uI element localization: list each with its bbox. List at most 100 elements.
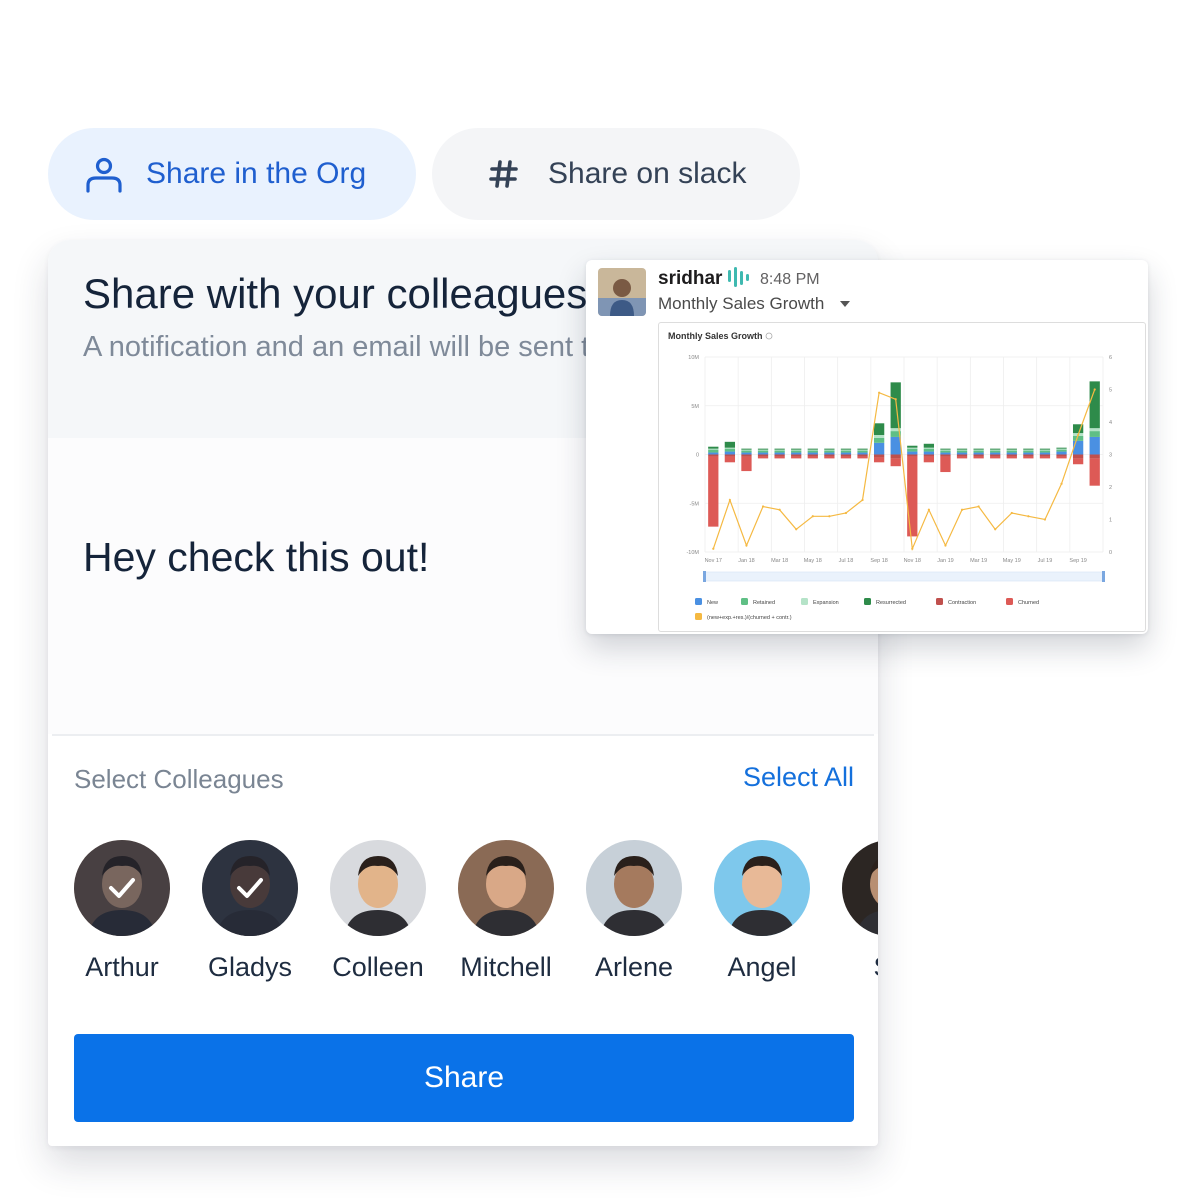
caret-down-icon[interactable] bbox=[840, 301, 850, 307]
bar-new bbox=[807, 452, 818, 455]
bar-resurrected bbox=[1023, 448, 1034, 450]
ratio-point bbox=[811, 515, 814, 518]
bar-expansion bbox=[1006, 449, 1017, 451]
tab-share-on-slack[interactable]: Share on slack bbox=[432, 128, 800, 220]
share-dialog-page: Share in the Org Share on slack Share wi… bbox=[0, 0, 1200, 1200]
avatar bbox=[330, 840, 426, 936]
colleague-arlene[interactable]: Arlene bbox=[570, 840, 698, 983]
bar-churned bbox=[923, 456, 935, 463]
ratio-point bbox=[795, 528, 798, 531]
bar-expansion bbox=[1039, 449, 1051, 451]
colleague-mitchell[interactable]: Mitchell bbox=[442, 840, 570, 983]
bar-new bbox=[873, 442, 885, 455]
x-tick-label: May 18 bbox=[804, 558, 822, 564]
bar-contraction bbox=[973, 454, 984, 457]
colleague-name: Angel bbox=[727, 952, 797, 982]
bar-contraction bbox=[990, 454, 1001, 457]
bar-resurrected bbox=[840, 448, 852, 450]
bar-resurrected bbox=[741, 448, 752, 450]
bar-churned bbox=[857, 456, 868, 459]
colleague-name: Gladys bbox=[207, 952, 293, 982]
tab-share-in-org[interactable]: Share in the Org bbox=[48, 128, 416, 220]
bar-expansion bbox=[1089, 428, 1100, 432]
bar-churned bbox=[708, 456, 719, 527]
avatar bbox=[586, 840, 682, 936]
x-tick-label: Jan 19 bbox=[937, 558, 954, 564]
slack-app-icon bbox=[726, 266, 750, 295]
bar-churned bbox=[807, 456, 818, 459]
divider bbox=[52, 734, 874, 736]
ratio-point bbox=[761, 505, 765, 508]
x-tick-label: Mar 19 bbox=[970, 558, 987, 564]
bar-expansion bbox=[857, 449, 868, 451]
legend-label: Churned bbox=[1018, 600, 1039, 606]
bar-retained bbox=[923, 448, 935, 452]
y2-tick-label: 0 bbox=[1109, 550, 1112, 556]
bar-new bbox=[857, 452, 868, 455]
bar-churned bbox=[973, 456, 984, 459]
bar-churned bbox=[774, 456, 785, 459]
bar-churned bbox=[1056, 456, 1067, 459]
colleague-list: Arthur Gladys Colleen Mitchell Arlene Angel Sh bbox=[48, 840, 878, 990]
bar-resurrected bbox=[1039, 448, 1051, 450]
bar-retained bbox=[791, 450, 802, 453]
bar-expansion bbox=[807, 449, 818, 451]
legend-swatch bbox=[695, 598, 702, 605]
colleague-sh[interactable]: Sh bbox=[826, 840, 878, 983]
bar-new bbox=[1006, 452, 1017, 455]
bar-new bbox=[923, 451, 935, 455]
ratio-point bbox=[728, 498, 731, 502]
check-icon bbox=[74, 840, 170, 936]
x-tick-label: Sep 19 bbox=[1069, 558, 1086, 564]
bar-retained bbox=[741, 450, 752, 453]
y-tick-label: -10M bbox=[686, 550, 699, 556]
x-tick-label: Jan 18 bbox=[738, 558, 755, 564]
avatar bbox=[202, 840, 298, 936]
bar-new bbox=[940, 452, 951, 455]
ratio-point bbox=[1010, 511, 1013, 515]
bar-resurrected bbox=[973, 448, 984, 450]
bar-retained bbox=[1039, 450, 1051, 453]
bar-new bbox=[708, 452, 719, 455]
bar-resurrected bbox=[1089, 381, 1100, 429]
legend-label: Resurrected bbox=[876, 600, 906, 606]
colleague-name: Mitchell bbox=[460, 952, 552, 982]
colleague-angel[interactable]: Angel bbox=[698, 840, 826, 983]
bar-churned bbox=[724, 456, 736, 463]
bar-resurrected bbox=[857, 448, 868, 450]
y2-tick-label: 6 bbox=[1109, 355, 1112, 361]
bar-churned bbox=[1006, 456, 1017, 459]
select-colleagues-label: Select Colleagues bbox=[74, 764, 284, 794]
tab-share-on-slack-label: Share on slack bbox=[548, 157, 747, 190]
colleague-arthur[interactable]: Arthur bbox=[58, 840, 186, 983]
x-tick-label: Jul 18 bbox=[839, 558, 854, 564]
ratio-point bbox=[977, 505, 980, 508]
colleague-colleen[interactable]: Colleen bbox=[314, 840, 442, 983]
bar-contraction bbox=[1056, 454, 1067, 457]
bar-churned bbox=[840, 456, 852, 459]
select-all-link[interactable]: Select All bbox=[743, 762, 854, 793]
bar-new bbox=[840, 452, 852, 455]
bar-retained bbox=[990, 450, 1001, 453]
ratio-point bbox=[927, 508, 930, 511]
bar-new bbox=[824, 452, 835, 455]
bar-resurrected bbox=[956, 448, 968, 450]
colleague-name: Arlene bbox=[594, 952, 674, 982]
range-handle-right bbox=[1102, 571, 1105, 582]
bar-churned bbox=[741, 456, 752, 472]
y-tick-label: 0 bbox=[696, 453, 699, 459]
bar-churned bbox=[873, 457, 885, 463]
bar-contraction bbox=[724, 454, 736, 457]
bar-new bbox=[724, 451, 736, 455]
colleague-gladys[interactable]: Gladys bbox=[186, 840, 314, 983]
share-button[interactable]: Share bbox=[74, 1034, 854, 1122]
legend-swatch bbox=[1006, 598, 1013, 605]
bar-new bbox=[741, 452, 752, 455]
ratio-point bbox=[894, 398, 897, 401]
bar-retained bbox=[873, 437, 885, 443]
slack-timestamp: 8:48 PM bbox=[760, 271, 820, 288]
y2-tick-label: 4 bbox=[1109, 420, 1112, 426]
bar-new bbox=[1023, 452, 1034, 455]
bar-resurrected bbox=[724, 441, 736, 448]
bar-churned bbox=[1089, 458, 1100, 486]
